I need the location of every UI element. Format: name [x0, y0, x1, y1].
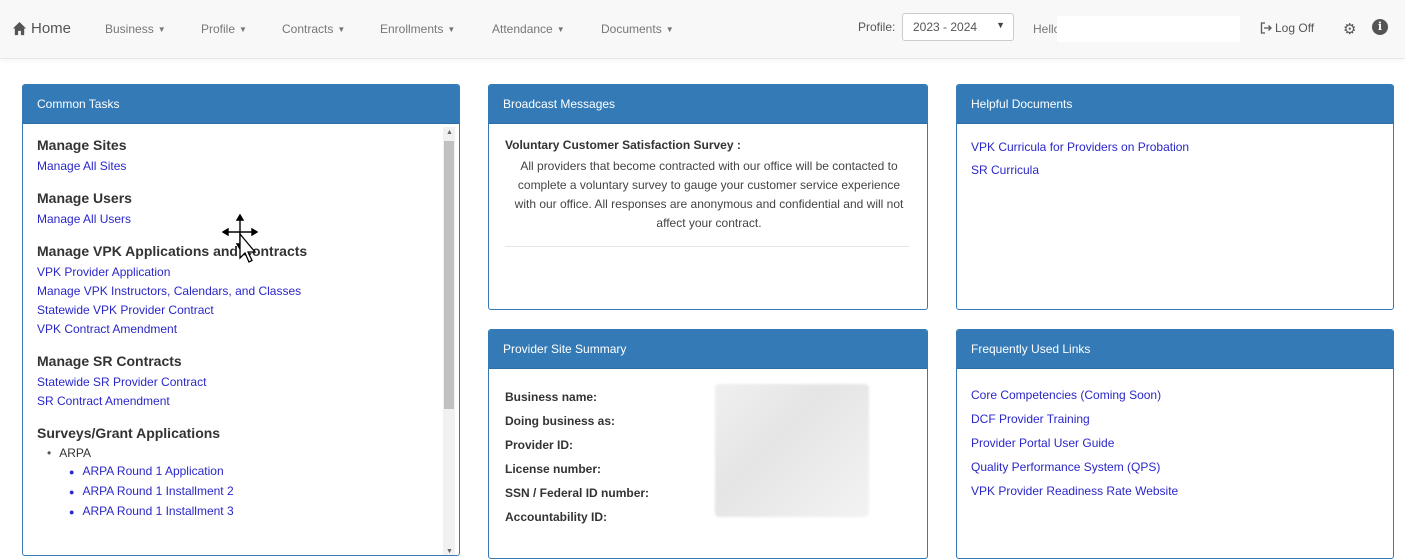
surveys-list: • ARPA ● ARPA Round 1 Application ● ARPA Ro…	[47, 445, 459, 522]
helpful-heading: Helpful Documents	[957, 85, 1393, 124]
circle-bullet-icon: ●	[69, 487, 75, 497]
arpa-round1-installment2-link[interactable]: ARPA Round 1 Installment 2	[82, 484, 233, 498]
broadcast-heading: Broadcast Messages	[489, 85, 927, 124]
manage-all-sites-link[interactable]: Manage All Sites	[37, 157, 459, 176]
statewide-vpk-contract-link[interactable]: Statewide VPK Provider Contract	[37, 301, 459, 320]
menu-documents[interactable]: Documents ▼	[601, 22, 674, 36]
frequently-used-links-panel: Frequently Used Links Core Competencies …	[956, 329, 1394, 559]
statewide-sr-contract-link[interactable]: Statewide SR Provider Contract	[37, 373, 459, 392]
section-title: Manage SR Contracts	[37, 353, 182, 369]
frequent-heading: Frequently Used Links	[957, 330, 1393, 369]
gear-icon[interactable]: ⚙	[1343, 20, 1356, 38]
info-icon[interactable]: i	[1372, 19, 1388, 35]
sr-curricula-link[interactable]: SR Curricula	[971, 159, 1393, 182]
profile-year-select[interactable]: 2023 - 2024 ▼	[902, 13, 1014, 41]
caret-down-icon: ▼	[337, 25, 346, 34]
arpa-group-label: ARPA	[59, 446, 91, 460]
scrollbar-thumb[interactable]	[444, 141, 454, 409]
menu-attendance[interactable]: Attendance ▼	[492, 22, 565, 36]
menu-profile[interactable]: Profile ▼	[201, 22, 247, 36]
chevron-down-icon: ▼	[996, 20, 1005, 30]
menu-enrollments[interactable]: Enrollments ▼	[380, 22, 455, 36]
logoff-button[interactable]: Log Off	[1260, 21, 1314, 35]
redacted-values	[715, 384, 869, 517]
list-item: ● ARPA Round 1 Installment 3	[69, 502, 459, 522]
manage-vpk-instructors-link[interactable]: Manage VPK Instructors, Calendars, and C…	[37, 282, 459, 301]
circle-bullet-icon: ●	[69, 507, 75, 517]
common-tasks-heading: Common Tasks	[23, 85, 459, 124]
menu-business[interactable]: Business ▼	[105, 22, 166, 36]
arpa-sublist: ● ARPA Round 1 Application ● ARPA Round 1 …	[47, 462, 459, 522]
section-surveys: Surveys/Grant Applications • ARPA ● ARPA R…	[37, 424, 459, 522]
home-icon	[12, 21, 27, 36]
qps-link[interactable]: Quality Performance System (QPS)	[971, 455, 1393, 479]
common-tasks-panel: Common Tasks Manage Sites Manage All Sit…	[22, 84, 460, 556]
caret-down-icon: ▼	[157, 25, 166, 34]
logoff-label: Log Off	[1275, 21, 1315, 35]
broadcast-messages-panel: Broadcast Messages Voluntary Customer Sa…	[488, 84, 928, 310]
common-tasks-scrollbar[interactable]: ▲ ▼	[443, 127, 455, 555]
user-name-field	[1057, 16, 1240, 42]
top-navbar: Home Business ▼ Profile ▼ Contracts ▼ Enrol…	[0, 0, 1405, 59]
vpk-contract-amendment-link[interactable]: VPK Contract Amendment	[37, 320, 459, 339]
list-item: ● ARPA Round 1 Installment 2	[69, 482, 459, 502]
list-item: • ARPA ● ARPA Round 1 Application ● ARPA Ro…	[47, 445, 459, 522]
common-tasks-body: Manage Sites Manage All Sites Manage Use…	[23, 124, 459, 522]
menu-business-label: Business	[105, 22, 154, 36]
provider-heading: Provider Site Summary	[489, 330, 927, 369]
menu-profile-label: Profile	[201, 22, 236, 36]
logoff-icon	[1260, 22, 1272, 34]
menu-attendance-label: Attendance	[492, 22, 553, 36]
circle-bullet-icon: ●	[69, 467, 75, 477]
menu-enrollments-label: Enrollments	[380, 22, 444, 36]
broadcast-body: Voluntary Customer Satisfaction Survey :…	[489, 124, 927, 247]
section-manage-sr: Manage SR Contracts Statewide SR Provide…	[37, 352, 459, 411]
sr-contract-amendment-link[interactable]: SR Contract Amendment	[37, 392, 459, 411]
section-title: Surveys/Grant Applications	[37, 425, 221, 441]
caret-down-icon: ▼	[447, 25, 456, 34]
profile-label: Profile:	[858, 20, 896, 34]
caret-down-icon: ▼	[556, 25, 565, 34]
bullet-icon: •	[47, 446, 52, 460]
menu-contracts[interactable]: Contracts ▼	[282, 22, 345, 36]
vpk-provider-application-link[interactable]: VPK Provider Application	[37, 263, 459, 282]
list-item: ● ARPA Round 1 Application	[69, 462, 459, 482]
helpful-body: VPK Curricula for Providers on Probation…	[957, 124, 1393, 182]
vpk-curricula-probation-link[interactable]: VPK Curricula for Providers on Probation	[971, 136, 1393, 159]
helpful-documents-panel: Helpful Documents VPK Curricula for Prov…	[956, 84, 1394, 310]
message-body: All providers that become contracted wit…	[514, 159, 904, 230]
arpa-round1-application-link[interactable]: ARPA Round 1 Application	[82, 464, 223, 478]
dcf-provider-training-link[interactable]: DCF Provider Training	[971, 407, 1393, 431]
provider-site-summary-panel: Provider Site Summary Business name: Doi…	[488, 329, 928, 559]
home-link[interactable]: Home	[12, 20, 71, 37]
section-title: Manage Sites	[37, 137, 127, 153]
frequent-body: Core Competencies (Coming Soon) DCF Prov…	[957, 369, 1393, 503]
move-cursor-icon	[222, 214, 259, 263]
scroll-up-icon[interactable]: ▲	[446, 129, 453, 136]
section-manage-sites: Manage Sites Manage All Sites	[37, 136, 459, 176]
divider	[505, 246, 909, 247]
provider-body: Business name: Doing business as: Provid…	[489, 369, 927, 529]
provider-portal-guide-link[interactable]: Provider Portal User Guide	[971, 431, 1393, 455]
arpa-round1-installment3-link[interactable]: ARPA Round 1 Installment 3	[82, 504, 233, 518]
message-title: Voluntary Customer Satisfaction Survey :	[505, 138, 741, 152]
vpk-readiness-rate-link[interactable]: VPK Provider Readiness Rate Website	[971, 479, 1393, 503]
core-competencies-link[interactable]: Core Competencies (Coming Soon)	[971, 383, 1393, 407]
caret-down-icon: ▼	[239, 25, 247, 34]
caret-down-icon: ▼	[665, 25, 674, 34]
profile-year-value: 2023 - 2024	[913, 20, 978, 34]
section-title: Manage Users	[37, 190, 132, 206]
home-label: Home	[31, 20, 72, 37]
menu-contracts-label: Contracts	[282, 22, 334, 36]
menu-documents-label: Documents	[601, 22, 662, 36]
scroll-down-icon[interactable]: ▼	[446, 548, 453, 555]
